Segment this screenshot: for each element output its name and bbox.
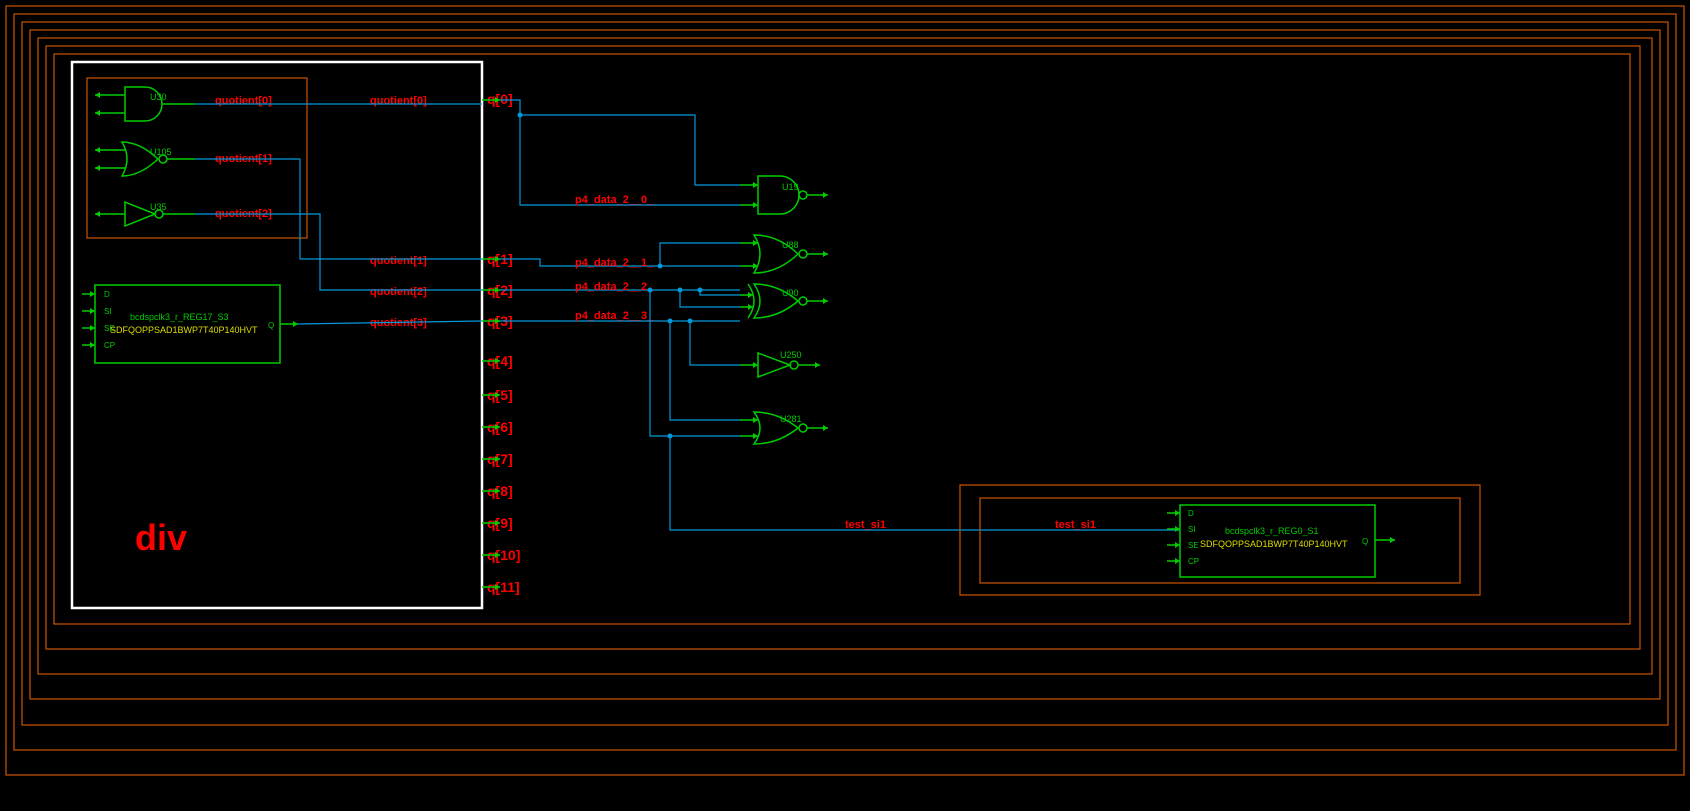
svg-text:Q: Q	[268, 321, 274, 330]
hier-frame	[22, 22, 1668, 725]
wire	[670, 436, 1180, 530]
gate-u105[interactable]: U105	[95, 142, 195, 176]
svg-text:D: D	[1188, 509, 1194, 518]
net-label: quotient[0]	[215, 95, 272, 107]
reg-right[interactable]: D SI SE CP Q bcdspclk3_r_REG0_S1 SDFQOPP…	[1167, 505, 1395, 577]
gate-label: U105	[150, 147, 172, 157]
reg-left[interactable]: D SI SE CP Q bcdspclk3_r_REG17_S3 SDFQOP…	[82, 285, 298, 363]
wire	[520, 115, 740, 185]
gate-u90[interactable]: U90	[740, 284, 828, 318]
port-q4[interactable]: q[4]	[482, 353, 513, 369]
net-label: quotient[1]	[370, 255, 427, 267]
gate-u19[interactable]: U19	[740, 176, 828, 214]
svg-text:bcdspclk3_r_REG0_S1: bcdspclk3_r_REG0_S1	[1225, 526, 1319, 536]
port-q10[interactable]: q[10]	[482, 547, 520, 563]
port-q11[interactable]: q[11]	[482, 579, 520, 595]
gate-label: U35	[150, 202, 167, 212]
svg-text:bcdspclk3_r_REG17_S3: bcdspclk3_r_REG17_S3	[130, 312, 229, 322]
svg-text:SDFQOPPSAD1BWP7T40P140HVT: SDFQOPPSAD1BWP7T40P140HVT	[1200, 539, 1348, 549]
hier-frame	[14, 14, 1676, 750]
svg-text:U90: U90	[782, 288, 799, 298]
gate-u30[interactable]: U30	[95, 87, 195, 121]
svg-text:CP: CP	[104, 341, 115, 350]
gate-u35[interactable]: U35	[95, 202, 195, 226]
net-label: quotient[0]	[370, 95, 427, 107]
svg-text:SE: SE	[1188, 541, 1199, 550]
port-q8[interactable]: q[8]	[482, 483, 513, 499]
svg-text:U281: U281	[780, 414, 802, 424]
wire	[700, 290, 740, 295]
svg-text:SI: SI	[104, 307, 112, 316]
svg-text:U250: U250	[780, 350, 802, 360]
hier-frame	[30, 30, 1660, 699]
net-label: p4_data_2__1_	[575, 257, 654, 269]
svg-text:q[0]: q[0]	[487, 91, 513, 107]
net-label: p4_data_2__0_	[575, 194, 654, 206]
gate-label: U30	[150, 92, 167, 102]
net-label: quotient[2]	[370, 286, 427, 298]
svg-text:U19: U19	[782, 182, 799, 192]
div-label: div	[135, 517, 187, 558]
wire	[660, 243, 740, 266]
net-label: test_si1	[845, 519, 886, 531]
svg-text:D: D	[104, 290, 110, 299]
wire	[650, 290, 740, 436]
hier-frame	[54, 54, 1630, 624]
gate-u88[interactable]: U88	[740, 235, 828, 273]
svg-text:SDFQOPPSAD1BWP7T40P140HVT: SDFQOPPSAD1BWP7T40P140HVT	[110, 325, 258, 335]
svg-text:Q: Q	[1362, 537, 1368, 546]
gate-u250[interactable]: U250	[740, 350, 820, 377]
port-q0[interactable]: q[0]	[482, 91, 513, 107]
net-label: p4_data_2__3_	[575, 310, 654, 322]
wire	[500, 100, 740, 205]
svg-text:U88: U88	[782, 240, 799, 250]
hier-frame	[46, 46, 1640, 649]
svg-text:SI: SI	[1188, 525, 1196, 534]
net-label: p4_data_2__2_	[575, 281, 654, 293]
svg-text:CP: CP	[1188, 557, 1199, 566]
wire	[690, 321, 740, 365]
hier-frame	[6, 6, 1684, 775]
wire	[195, 214, 482, 290]
gate-u281[interactable]: U281	[740, 412, 828, 444]
wire	[670, 321, 740, 420]
port-q5[interactable]: q[5]	[482, 387, 513, 403]
wire	[680, 290, 740, 307]
net-label: test_si1	[1055, 519, 1096, 531]
port-q9[interactable]: q[9]	[482, 515, 513, 531]
schematic-canvas[interactable]: div U30 quotient[0] U105 quotient[1] U35…	[0, 0, 1690, 811]
port-q6[interactable]: q[6]	[482, 419, 513, 435]
port-q7[interactable]: q[7]	[482, 451, 513, 467]
